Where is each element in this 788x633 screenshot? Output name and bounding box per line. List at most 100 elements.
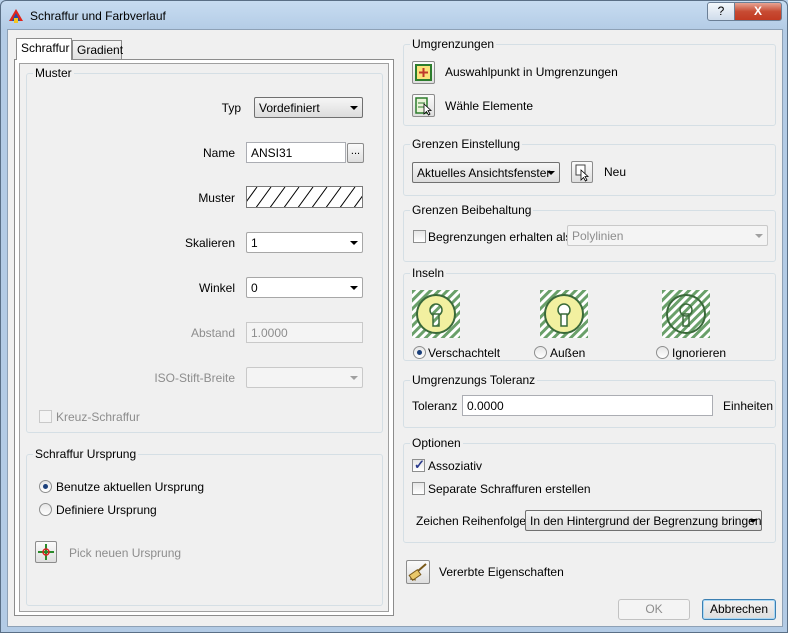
pattern-preview[interactable] [246, 186, 363, 208]
optionen-group: Optionen ✓ Assoziativ Separate Schraffur… [403, 436, 776, 543]
outer-label: Außen [550, 346, 586, 360]
definiere-ursprung-label: Definiere Ursprung [56, 503, 157, 517]
iso-stift-combo[interactable] [246, 367, 363, 388]
kreuz-schraffur-label: Kreuz-Schraffur [56, 410, 140, 424]
assoziativ-checkbox[interactable]: ✓ [412, 457, 425, 472]
check-icon: ✓ [414, 457, 425, 472]
winkel-value: 0 [251, 281, 258, 295]
island-ignore-icon [662, 290, 710, 338]
pick-points-button[interactable] [412, 61, 435, 84]
chevron-down-icon [350, 376, 358, 380]
umgrenzungen-title: Umgrenzungen [410, 37, 497, 51]
definiere-ursprung-radio[interactable] [39, 503, 52, 516]
paintbrush-icon [408, 563, 427, 582]
island-nested-icon [412, 290, 460, 338]
outer-radio[interactable] [534, 346, 547, 359]
typ-dropdown[interactable]: Vordefiniert [254, 97, 363, 118]
name-label: Name [202, 146, 235, 160]
title-bar: Schraffur und Farbverlauf ? X [1, 1, 787, 29]
tab-schraffur[interactable]: Schraffur [16, 38, 72, 60]
draw-order-dropdown[interactable]: In den Hintergrund der Begrenzung bringe… [525, 510, 762, 531]
grenzen-beibehaltung-group: Grenzen Beibehaltung Begrenzungen erhalt… [403, 203, 776, 262]
ignore-label: Ignorieren [672, 346, 727, 360]
ok-button[interactable]: OK [618, 599, 690, 620]
tab-gradient[interactable]: Gradient [72, 40, 123, 60]
retain-boundaries-checkbox[interactable] [413, 230, 426, 243]
neu-label: Neu [604, 165, 627, 179]
draw-order-label: Zeichen Reihenfolge [416, 514, 527, 528]
toleranz-title: Umgrenzungs Toleranz [410, 373, 538, 387]
ursprung-group: Schraffur Ursprung Benutze aktuellen Urs… [26, 447, 383, 606]
pick-origin-label: Pick neuen Ursprung [69, 546, 182, 560]
chevron-down-icon [755, 234, 763, 238]
add-boundary-icon [415, 64, 432, 81]
grenzen-einstellung-title: Grenzen Einstellung [410, 137, 523, 151]
grenzen-einstellung-group: Grenzen Einstellung Aktuelles Ansichtsfe… [403, 137, 776, 196]
benutze-ursprung-radio[interactable] [39, 480, 52, 493]
boundary-set-dropdown[interactable]: Aktuelles Ansichtsfenster [412, 162, 560, 183]
window-title: Schraffur und Farbverlauf [30, 9, 166, 23]
chevron-down-icon [547, 171, 555, 175]
nested-radio[interactable] [413, 346, 426, 359]
kreuz-schraffur-checkbox[interactable] [39, 410, 52, 423]
boundary-set-value: Aktuelles Ansichtsfenster [417, 166, 551, 180]
skalieren-label: Skalieren [184, 236, 235, 250]
skalieren-value: 1 [251, 236, 258, 250]
optionen-title: Optionen [410, 436, 463, 450]
separate-hatches-checkbox[interactable] [412, 482, 425, 495]
assoziativ-label: Assoziativ [428, 459, 483, 473]
chevron-down-icon [350, 286, 358, 290]
select-objects-label: Wähle Elemente [445, 99, 534, 113]
new-boundary-set-button[interactable] [571, 161, 593, 183]
skalieren-combo[interactable]: 1 [246, 232, 363, 253]
benutze-ursprung-label: Benutze aktuellen Ursprung [56, 480, 205, 494]
dialog-window: Schraffur und Farbverlauf ? X Schraffur … [0, 0, 788, 633]
inherit-properties-label: Vererbte Eigenschaften [439, 565, 564, 579]
island-outer-icon [540, 290, 588, 338]
separate-hatches-label: Separate Schraffuren erstellen [428, 482, 591, 496]
select-objects-button[interactable] [412, 94, 435, 117]
toleranz-label: Toleranz [412, 399, 458, 413]
chevron-down-icon [350, 241, 358, 245]
name-field[interactable]: ANSI31 [246, 142, 346, 163]
pick-origin-button[interactable] [35, 541, 57, 563]
abstand-field[interactable]: 1.0000 [246, 322, 363, 343]
inseln-title: Inseln [410, 266, 447, 280]
object-type-dropdown[interactable]: Polylinien [567, 225, 768, 246]
object-type-value: Polylinien [572, 229, 624, 243]
nested-label: Verschachtelt [428, 346, 501, 360]
schraffur-panel: Muster Typ Vordefiniert Name ANSI31 ... … [19, 63, 389, 612]
inherit-properties-button[interactable] [406, 560, 430, 584]
pick-points-label: Auswahlpunkt in Umgrenzungen [445, 65, 618, 79]
schraffur-tab-page: Muster Typ Vordefiniert Name ANSI31 ... … [14, 59, 394, 616]
toleranz-group: Umgrenzungs Toleranz Toleranz 0.0000 Ein… [403, 373, 776, 428]
winkel-label: Winkel [198, 281, 235, 295]
muster-group: Muster Typ Vordefiniert Name ANSI31 ... … [26, 66, 383, 433]
help-button[interactable]: ? [707, 2, 735, 21]
toleranz-unit: Einheiten [723, 399, 774, 413]
crosshair-icon [38, 544, 54, 560]
select-objects-icon [415, 97, 433, 116]
ursprung-group-title: Schraffur Ursprung [33, 447, 139, 461]
iso-stift-label: ISO-Stift-Breite [154, 371, 235, 385]
winkel-combo[interactable]: 0 [246, 277, 363, 298]
chevron-down-icon [749, 519, 757, 523]
close-button[interactable]: X [734, 2, 782, 21]
typ-label: Typ [221, 101, 241, 115]
inseln-group: Inseln Verschachtelt Außen Ignorieren [403, 266, 776, 361]
draw-order-value: In den Hintergrund der Begrenzung bringe… [530, 514, 762, 528]
toleranz-field[interactable]: 0.0000 [462, 395, 713, 416]
retain-boundaries-label: Begrenzungen erhalten als [428, 230, 572, 244]
browse-pattern-button[interactable]: ... [347, 143, 364, 163]
app-icon [9, 9, 23, 23]
cancel-button[interactable]: Abbrechen [702, 599, 776, 620]
dialog-body: Schraffur Gradient Muster Typ Vordefinie… [7, 29, 783, 627]
muster-preview-label: Muster [198, 191, 235, 205]
grenzen-beibehaltung-title: Grenzen Beibehaltung [410, 203, 534, 217]
abstand-label: Abstand [190, 326, 235, 340]
ignore-radio[interactable] [656, 346, 669, 359]
hatch-pattern-icon [247, 187, 362, 207]
typ-value: Vordefiniert [259, 101, 320, 115]
chevron-down-icon [350, 106, 358, 110]
muster-group-title: Muster [33, 66, 74, 80]
